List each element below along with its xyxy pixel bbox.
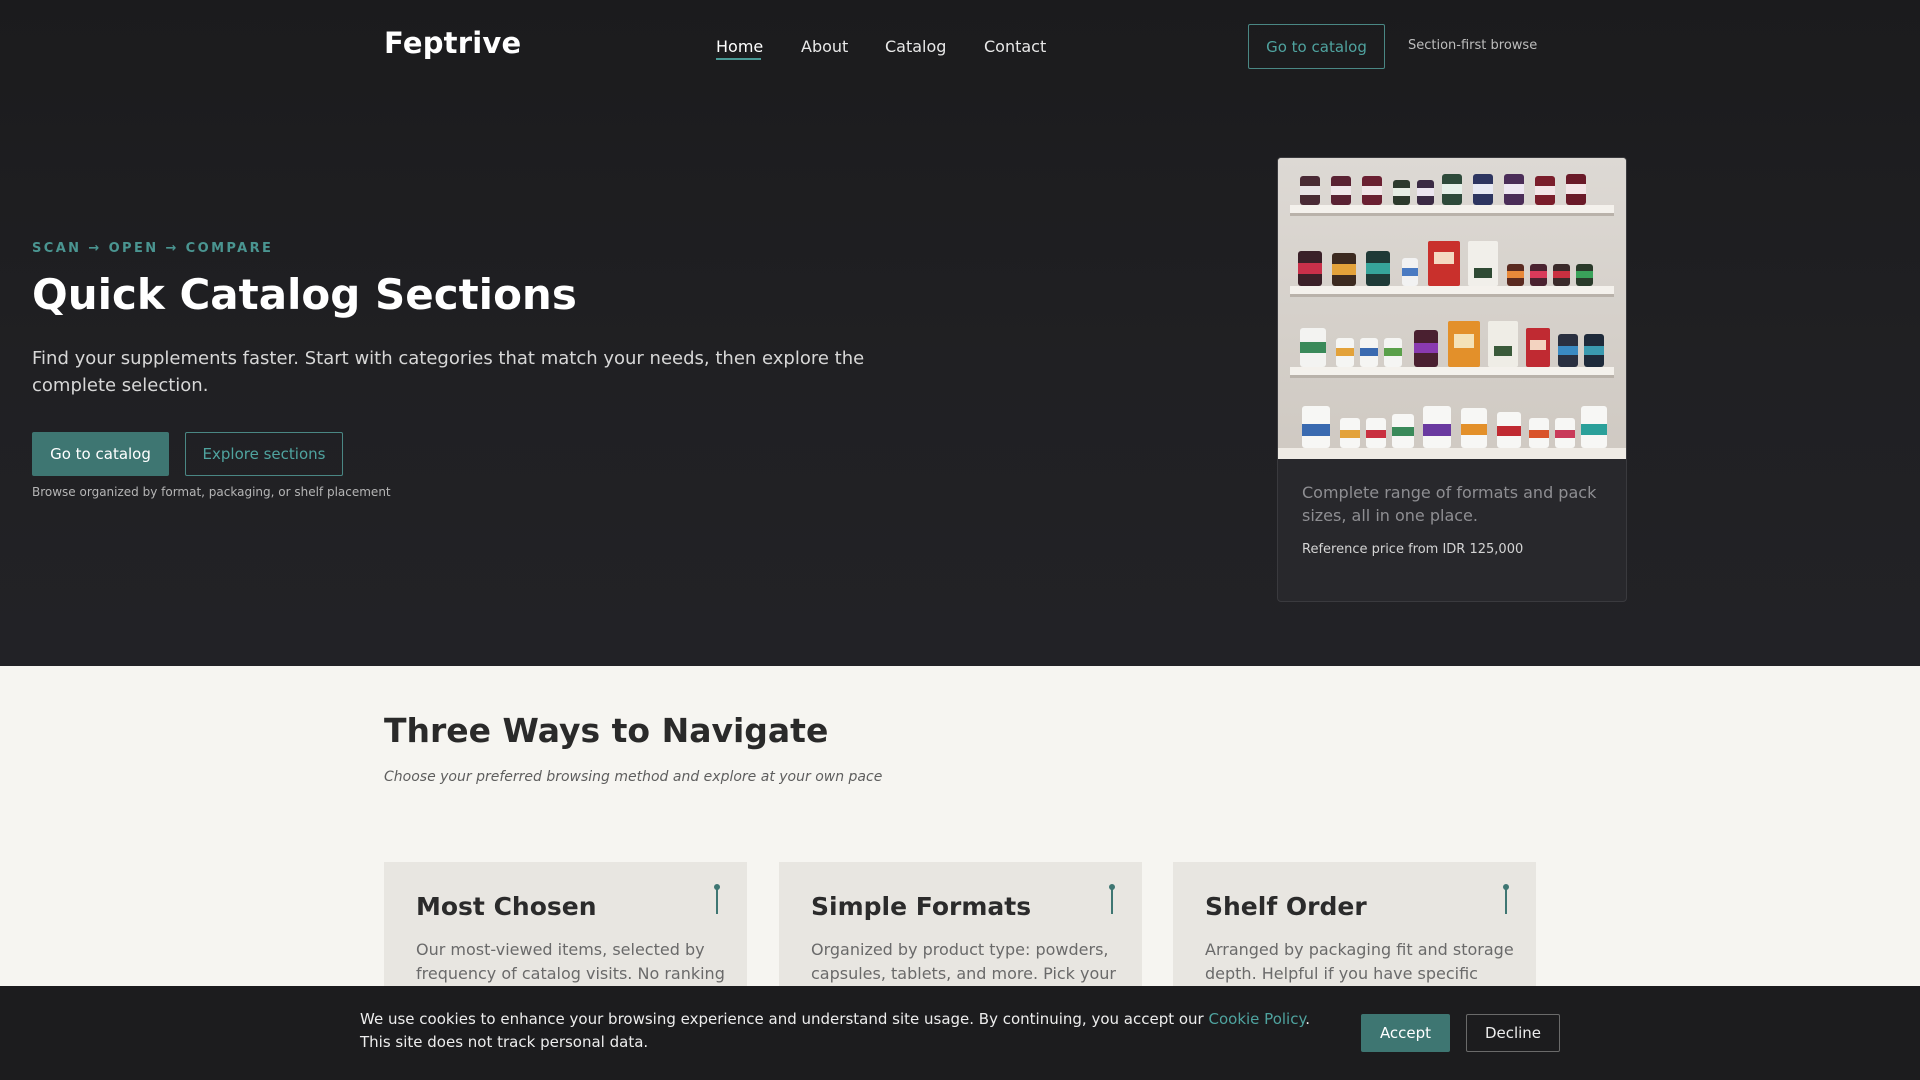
pin-icon <box>1108 884 1116 914</box>
card-title: Shelf Order <box>1205 892 1367 921</box>
cookie-text-before: We use cookies to enhance your browsing … <box>360 1010 1209 1028</box>
hero-eyebrow: SCAN → OPEN → COMPARE <box>32 241 274 256</box>
hero-catalog-button[interactable]: Go to catalog <box>32 432 169 476</box>
hero-band: Feptrive Home About Catalog Contact Go t… <box>0 0 1920 666</box>
cookie-banner: We use cookies to enhance your browsing … <box>0 986 1920 1080</box>
card-text: Organized by product type: powders, caps… <box>811 940 1117 983</box>
cookie-policy-link[interactable]: Cookie Policy <box>1209 1010 1306 1028</box>
nav-about[interactable]: About <box>801 37 848 56</box>
header-catalog-button[interactable]: Go to catalog <box>1248 24 1385 69</box>
jars-row-1 <box>1300 174 1586 205</box>
card-title: Simple Formats <box>811 892 1032 921</box>
supplement-shelf-image <box>1278 158 1626 459</box>
accept-cookies-button[interactable]: Accept <box>1361 1014 1450 1052</box>
nav-home[interactable]: Home <box>716 37 763 56</box>
hero-note: Browse organized by format, packaging, o… <box>32 485 391 499</box>
reference-price: Reference price from IDR 125,000 <box>1302 542 1524 557</box>
explore-sections-button[interactable]: Explore sections <box>185 432 343 476</box>
pin-icon <box>713 884 721 914</box>
cookie-message: We use cookies to enhance your browsing … <box>360 1008 1320 1054</box>
product-card: Complete range of formats and pack sizes… <box>1277 157 1627 602</box>
nav-contact[interactable]: Contact <box>984 37 1046 56</box>
nav-active-underline <box>716 58 761 60</box>
hero-title: Quick Catalog Sections <box>32 270 577 319</box>
card-title: Most Chosen <box>416 892 597 921</box>
decline-cookies-button[interactable]: Decline <box>1466 1014 1560 1052</box>
section-subtitle: Choose your preferred browsing method an… <box>384 769 883 785</box>
hero-subtitle: Find your supplements faster. Start with… <box>32 348 865 396</box>
shelf-illustration <box>1278 158 1626 459</box>
product-description: Complete range of formats and pack sizes… <box>1302 483 1597 525</box>
card-text: Our most-viewed items, selected by frequ… <box>416 940 725 983</box>
section-title: Three Ways to Navigate <box>384 711 829 750</box>
card-text: Arranged by packaging fit and storage de… <box>1205 940 1514 983</box>
pin-icon <box>1502 884 1510 914</box>
brand-logo[interactable]: Feptrive <box>384 26 521 60</box>
header-note: Section-first browse <box>1408 38 1538 53</box>
nav-catalog[interactable]: Catalog <box>885 37 946 56</box>
